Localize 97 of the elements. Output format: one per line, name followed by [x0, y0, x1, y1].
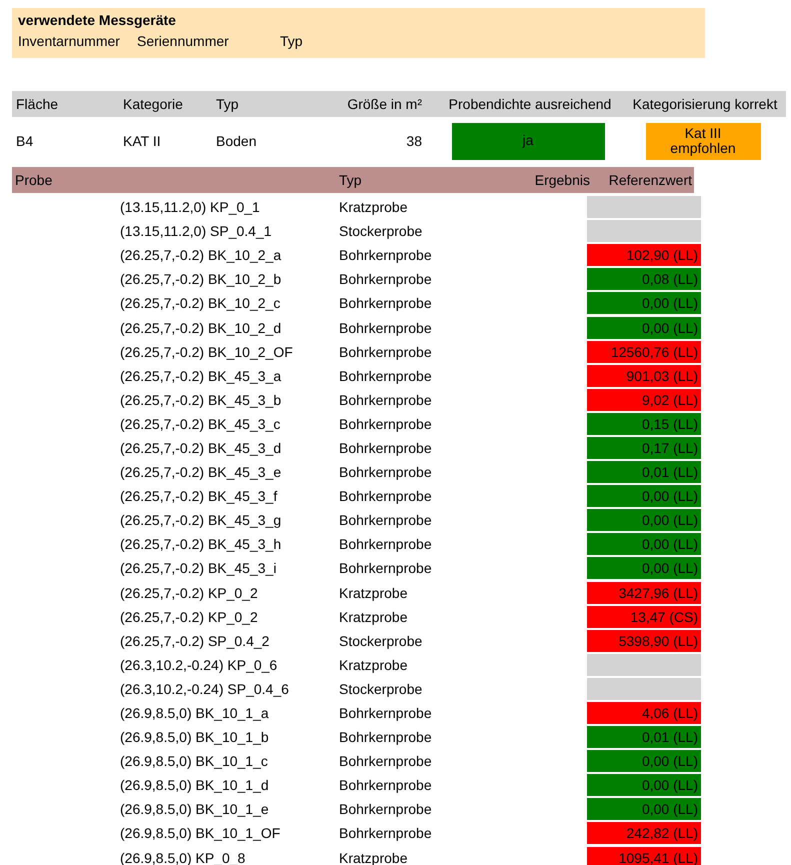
table-cell-text: (26.25,7,-0.2) BK_45_3_c [120, 416, 282, 432]
table-cell-text: (26.25,7,-0.2) BK_45_3_d [120, 440, 282, 456]
table-cell-text: (26.3,10.2,-0.24) KP_0_6 [120, 656, 278, 673]
table-cell-text: (26.3,10.2,-0.24) SP_0.4_6 [120, 680, 290, 697]
table-cell-text: Boden [215, 133, 258, 149]
value-cell: 0,00 (LL) [587, 292, 701, 314]
table-cell-text: Kratzprobe [339, 656, 408, 673]
table-cell-text: Bohrkernprobe [339, 753, 433, 770]
column-header: Inventarnummer [18, 33, 121, 49]
table-cell-text: Bohrkernprobe [339, 777, 433, 794]
table-cell-text: (26.25,7,-0.2) BK_45_3_h [120, 536, 282, 552]
value-cell: 5398,90 (LL) [587, 630, 701, 652]
table-cell-text: (26.25,7,-0.2) BK_45_3_b [120, 392, 282, 408]
value-cell: 0,08 (LL) [587, 268, 701, 290]
column-header: Seriennummer [137, 33, 230, 49]
value-cell: 242,82 (LL) [587, 822, 701, 844]
value-cell: 12560,76 (LL) [587, 340, 701, 363]
table-cell-text: (26.9,8.5,0) BK_10_1_b [120, 729, 270, 746]
table-cell-text: Bohrkernprobe [339, 729, 433, 746]
table-cell-text: (26.9,8.5,0) BK_10_1_OF [120, 825, 282, 842]
value-cell: 0,17 (LL) [587, 436, 701, 459]
table-cell-text: Bohrkernprobe [339, 416, 433, 432]
value-cell: 0,01 (LL) [587, 726, 701, 748]
value-cell: 0,15 (LL) [587, 412, 701, 435]
table-cell-text: (26.25,7,-0.2) SP_0.4_2 [120, 632, 270, 649]
column-header: Referenzwert [608, 172, 693, 188]
column-header: Kategorisierung korrekt [632, 96, 778, 112]
table-cell-text: 38 [405, 133, 423, 149]
value-cell: 13,47 (CS) [587, 606, 701, 628]
column-header: Fläche [15, 96, 60, 112]
table-cell-text: (26.25,7,-0.2) BK_45_3_i [120, 560, 278, 576]
table-cell-text: Bohrkernprobe [339, 536, 433, 552]
table-cell-text: (13.15,11.2,0) SP_0.4_1 [120, 223, 273, 240]
table-cell-text: Bohrkernprobe [339, 801, 433, 818]
column-header: Typ [280, 33, 304, 49]
table-cell-text: (26.25,7,-0.2) BK_10_2_d [120, 320, 282, 336]
table-cell-text: Kratzprobe [339, 584, 408, 601]
table-cell-text: Bohrkernprobe [339, 344, 433, 360]
column-header: Typ [215, 96, 240, 112]
table-cell-text: Bohrkernprobe [339, 295, 433, 312]
status-cell: Kat III empfohlen [646, 122, 760, 160]
table-cell-text: Bohrkernprobe [339, 560, 433, 576]
column-header: Kategorie [122, 96, 184, 112]
value-cell: 901,03 (LL) [587, 364, 701, 387]
column-header: Probe [14, 172, 54, 188]
column-header: Probendichte ausreichend [448, 96, 612, 112]
panel-title: verwendete Messgeräte [18, 12, 177, 28]
table-cell-text: (26.25,7,-0.2) BK_45_3_a [120, 368, 282, 384]
table-cell-text: (26.25,7,-0.2) KP_0_2 [120, 608, 259, 625]
table-cell-text: Bohrkernprobe [339, 464, 433, 480]
table-cell-text: (26.25,7,-0.2) BK_10_2_b [120, 271, 282, 288]
value-cell: 0,00 (LL) [587, 750, 701, 772]
value-cell: 0,01 (LL) [587, 461, 701, 484]
table-cell-text: Bohrkernprobe [339, 512, 433, 528]
table-cell-text: (26.9,8.5,0) BK_10_1_c [120, 753, 269, 770]
table-cell-text: (26.25,7,-0.2) BK_10_2_OF [120, 344, 294, 360]
value-cell: 0,00 (LL) [587, 509, 701, 532]
table-cell-text: (26.9,8.5,0) BK_10_1_d [120, 777, 270, 794]
table-cell-text: Bohrkernprobe [339, 368, 433, 384]
table-cell-text: KAT II [122, 133, 162, 149]
table-cell-text: Bohrkernprobe [339, 488, 433, 504]
value-cell: 0,00 (LL) [587, 557, 701, 580]
table-cell-text: (26.25,7,-0.2) KP_0_2 [120, 584, 259, 601]
table-cell-text: (26.25,7,-0.2) BK_45_3_e [120, 464, 282, 480]
table-cell-text: Bohrkernprobe [339, 440, 433, 456]
value-cell: 4,06 (LL) [587, 702, 701, 724]
table-cell-text: (13.15,11.2,0) KP_0_1 [120, 199, 261, 216]
table-cell-text: Stockerprobe [339, 223, 424, 240]
column-header: Größe in m² [346, 96, 423, 112]
value-cell: 9,02 (LL) [587, 388, 701, 411]
table-cell-text: Bohrkernprobe [339, 392, 433, 408]
table-cell-text: Bohrkernprobe [339, 825, 433, 842]
table-cell-text: (26.9,8.5,0) BK_10_1_e [120, 801, 270, 818]
value-cell: 0,00 (LL) [587, 798, 701, 820]
status-cell: ja [452, 122, 604, 160]
table-cell-text: Bohrkernprobe [339, 247, 433, 264]
table-cell-text: Stockerprobe [339, 680, 424, 697]
table-cell-text: (26.25,7,-0.2) BK_45_3_g [120, 512, 282, 528]
table-cell-text: Stockerprobe [339, 632, 424, 649]
value-cell: 0,00 (LL) [587, 316, 701, 339]
value-cell: 3427,96 (LL) [587, 582, 701, 604]
column-header: Ergebnis [534, 172, 591, 188]
table-cell-text: B4 [15, 133, 34, 149]
value-cell: 102,90 (LL) [587, 244, 701, 266]
table-cell-text: Bohrkernprobe [339, 271, 433, 288]
table-cell-text: (26.9,8.5,0) BK_10_1_a [120, 705, 270, 722]
value-cell: 0,00 (LL) [587, 774, 701, 796]
table-cell-text: Kratzprobe [339, 608, 408, 625]
table-cell-text: (26.25,7,-0.2) BK_10_2_a [120, 247, 282, 264]
value-cell: 0,00 (LL) [587, 533, 701, 556]
table-cell-text: (26.25,7,-0.2) BK_45_3_f [120, 488, 278, 504]
table-cell-text: (26.25,7,-0.2) BK_10_2_c [120, 295, 282, 312]
value-cell: 0,00 (LL) [587, 485, 701, 508]
column-header: Typ [339, 172, 363, 188]
table-cell-text: Kratzprobe [339, 199, 408, 216]
table-cell-text: Bohrkernprobe [339, 320, 433, 336]
table-cell-text: Bohrkernprobe [339, 705, 433, 722]
